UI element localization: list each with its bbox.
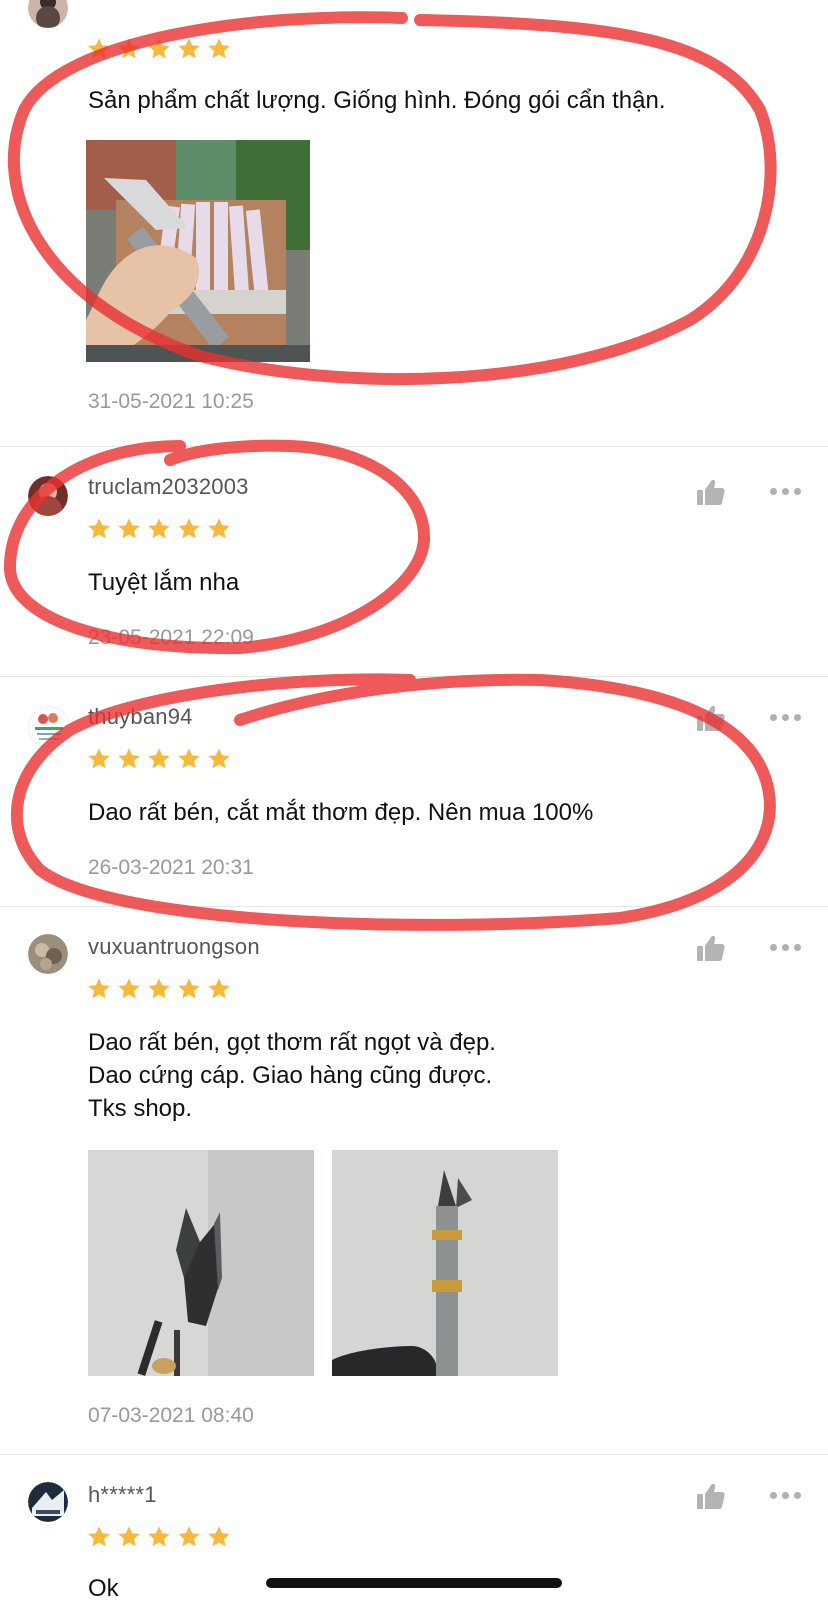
- rating-stars: [86, 746, 232, 772]
- star-icon: [146, 1524, 172, 1550]
- star-icon: [116, 746, 142, 772]
- star-icon: [146, 746, 172, 772]
- star-icon: [86, 976, 112, 1002]
- star-icon: [116, 976, 142, 1002]
- star-icon: [116, 1524, 142, 1550]
- thumbs-up-icon[interactable]: [696, 1482, 726, 1510]
- thumbs-up-icon[interactable]: [696, 704, 726, 732]
- star-icon: [86, 516, 112, 542]
- review-date: 31-05-2021 10:25: [88, 390, 254, 413]
- star-icon: [116, 36, 142, 62]
- more-dots-icon[interactable]: [770, 1490, 806, 1500]
- star-icon: [206, 1524, 232, 1550]
- star-icon: [86, 1524, 112, 1550]
- thumbs-up-icon[interactable]: [696, 934, 726, 962]
- divider: [0, 676, 828, 677]
- thumbs-up-icon[interactable]: [696, 478, 726, 506]
- home-indicator[interactable]: [266, 1578, 562, 1588]
- more-dots-icon[interactable]: [770, 942, 806, 952]
- star-icon: [146, 976, 172, 1002]
- avatar[interactable]: [28, 706, 70, 748]
- star-icon: [206, 36, 232, 62]
- star-icon: [86, 746, 112, 772]
- divider: [0, 906, 828, 907]
- review-username[interactable]: thuyban94: [88, 704, 193, 730]
- star-icon: [86, 36, 112, 62]
- avatar[interactable]: [28, 476, 68, 516]
- avatar[interactable]: [28, 934, 68, 974]
- star-icon: [146, 36, 172, 62]
- review-username[interactable]: truclam2032003: [88, 474, 249, 500]
- review-comment: Ok: [88, 1575, 119, 1602]
- review-comment: Sản phẩm chất lượng. Giống hình. Đóng gó…: [88, 87, 666, 114]
- review-date: 26-03-2021 20:31: [88, 856, 254, 879]
- rating-stars: [86, 36, 232, 62]
- more-dots-icon[interactable]: [770, 486, 806, 496]
- review-date: 07-03-2021 08:40: [88, 1404, 254, 1427]
- star-icon: [176, 976, 202, 1002]
- review-comment: Dao rất bén, cắt mắt thơm đẹp. Nên mua 1…: [88, 799, 594, 826]
- avatar[interactable]: [28, 1482, 68, 1522]
- review-comment: Dao rất bén, gọt thơm rất ngọt và đẹp. D…: [88, 1029, 496, 1122]
- review-username[interactable]: h*****1: [88, 1482, 157, 1508]
- star-icon: [146, 516, 172, 542]
- avatar[interactable]: [28, 0, 68, 28]
- rating-stars: [86, 976, 232, 1002]
- star-icon: [206, 976, 232, 1002]
- divider: [0, 446, 828, 447]
- review-comment: Tuyệt lắm nha: [88, 569, 240, 596]
- more-dots-icon[interactable]: [770, 712, 806, 722]
- divider: [0, 1454, 828, 1455]
- star-icon: [206, 516, 232, 542]
- review-photo[interactable]: [88, 1150, 314, 1376]
- star-icon: [176, 746, 202, 772]
- rating-stars: [86, 1524, 232, 1550]
- review-username[interactable]: vuxuantruongson: [88, 934, 260, 960]
- review-photo[interactable]: [332, 1150, 558, 1376]
- star-icon: [176, 1524, 202, 1550]
- review-photo[interactable]: [86, 140, 310, 362]
- star-icon: [176, 516, 202, 542]
- star-icon: [116, 516, 142, 542]
- rating-stars: [86, 516, 232, 542]
- review-date: 23-05-2021 22:09: [88, 626, 254, 649]
- star-icon: [206, 746, 232, 772]
- star-icon: [176, 36, 202, 62]
